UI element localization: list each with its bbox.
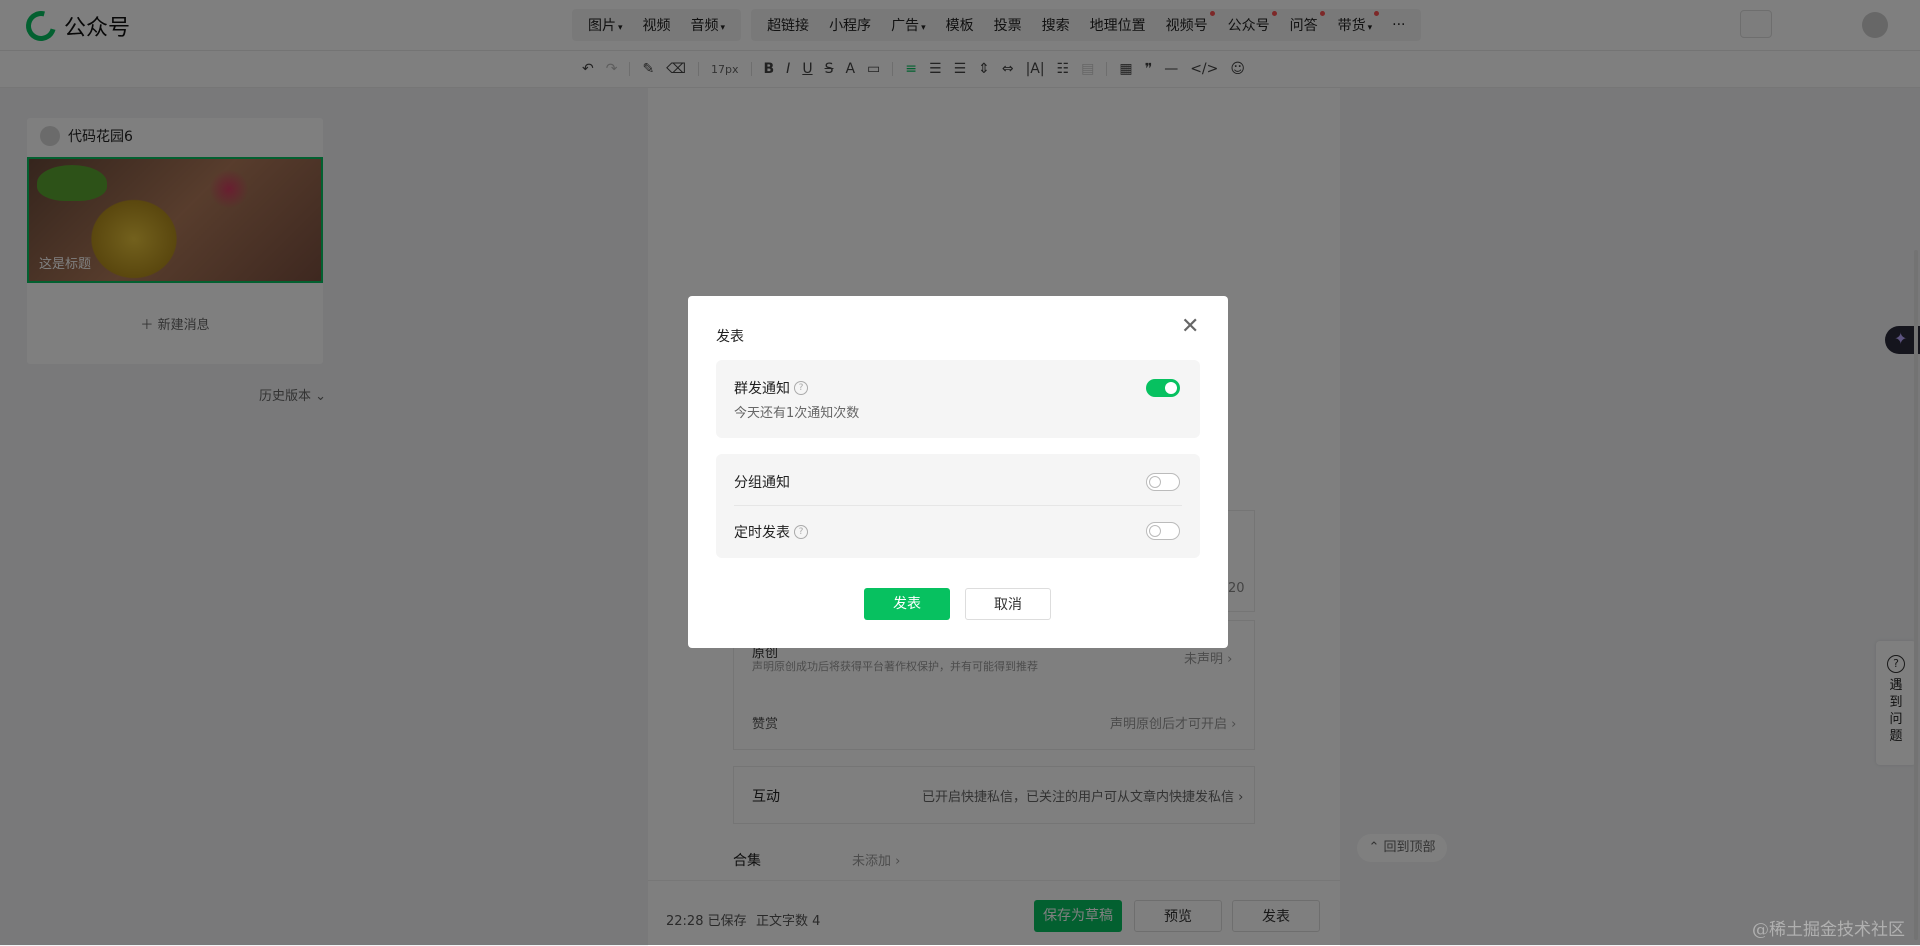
confirm-publish-button[interactable]: 发表 <box>864 588 950 620</box>
dialog-title: 发表 <box>716 329 744 345</box>
toggle-knob <box>1149 476 1161 488</box>
publish-options-card: 分组通知 定时发表 ? <box>716 454 1200 558</box>
schedule-row: 定时发表 ? <box>734 522 808 542</box>
mass-notify-row: 群发通知 ? <box>734 378 808 398</box>
help-icon[interactable]: ? <box>794 525 808 539</box>
mass-notify-card: 群发通知 ? 今天还有1次通知次数 <box>716 360 1200 438</box>
options-divider <box>734 505 1182 506</box>
mass-notify-toggle[interactable] <box>1146 379 1180 397</box>
toggle-knob <box>1165 382 1177 394</box>
group-notify-row: 分组通知 <box>734 472 790 492</box>
group-notify-label: 分组通知 <box>734 475 790 491</box>
close-icon[interactable]: ✕ <box>1181 316 1199 338</box>
toggle-knob <box>1149 525 1161 537</box>
mass-notify-label: 群发通知 <box>734 381 790 397</box>
help-icon[interactable]: ? <box>794 381 808 395</box>
group-notify-toggle[interactable] <box>1146 473 1180 491</box>
publish-dialog: 发表 ✕ 群发通知 ? 今天还有1次通知次数 分组通知 定时发表 ? 发表 取消 <box>688 296 1228 648</box>
mass-notify-remaining: 今天还有1次通知次数 <box>734 406 860 421</box>
watermark: @稀土掘金技术社区 <box>1752 920 1905 940</box>
schedule-toggle[interactable] <box>1146 522 1180 540</box>
cancel-button[interactable]: 取消 <box>965 588 1051 620</box>
schedule-label: 定时发表 <box>734 525 790 541</box>
